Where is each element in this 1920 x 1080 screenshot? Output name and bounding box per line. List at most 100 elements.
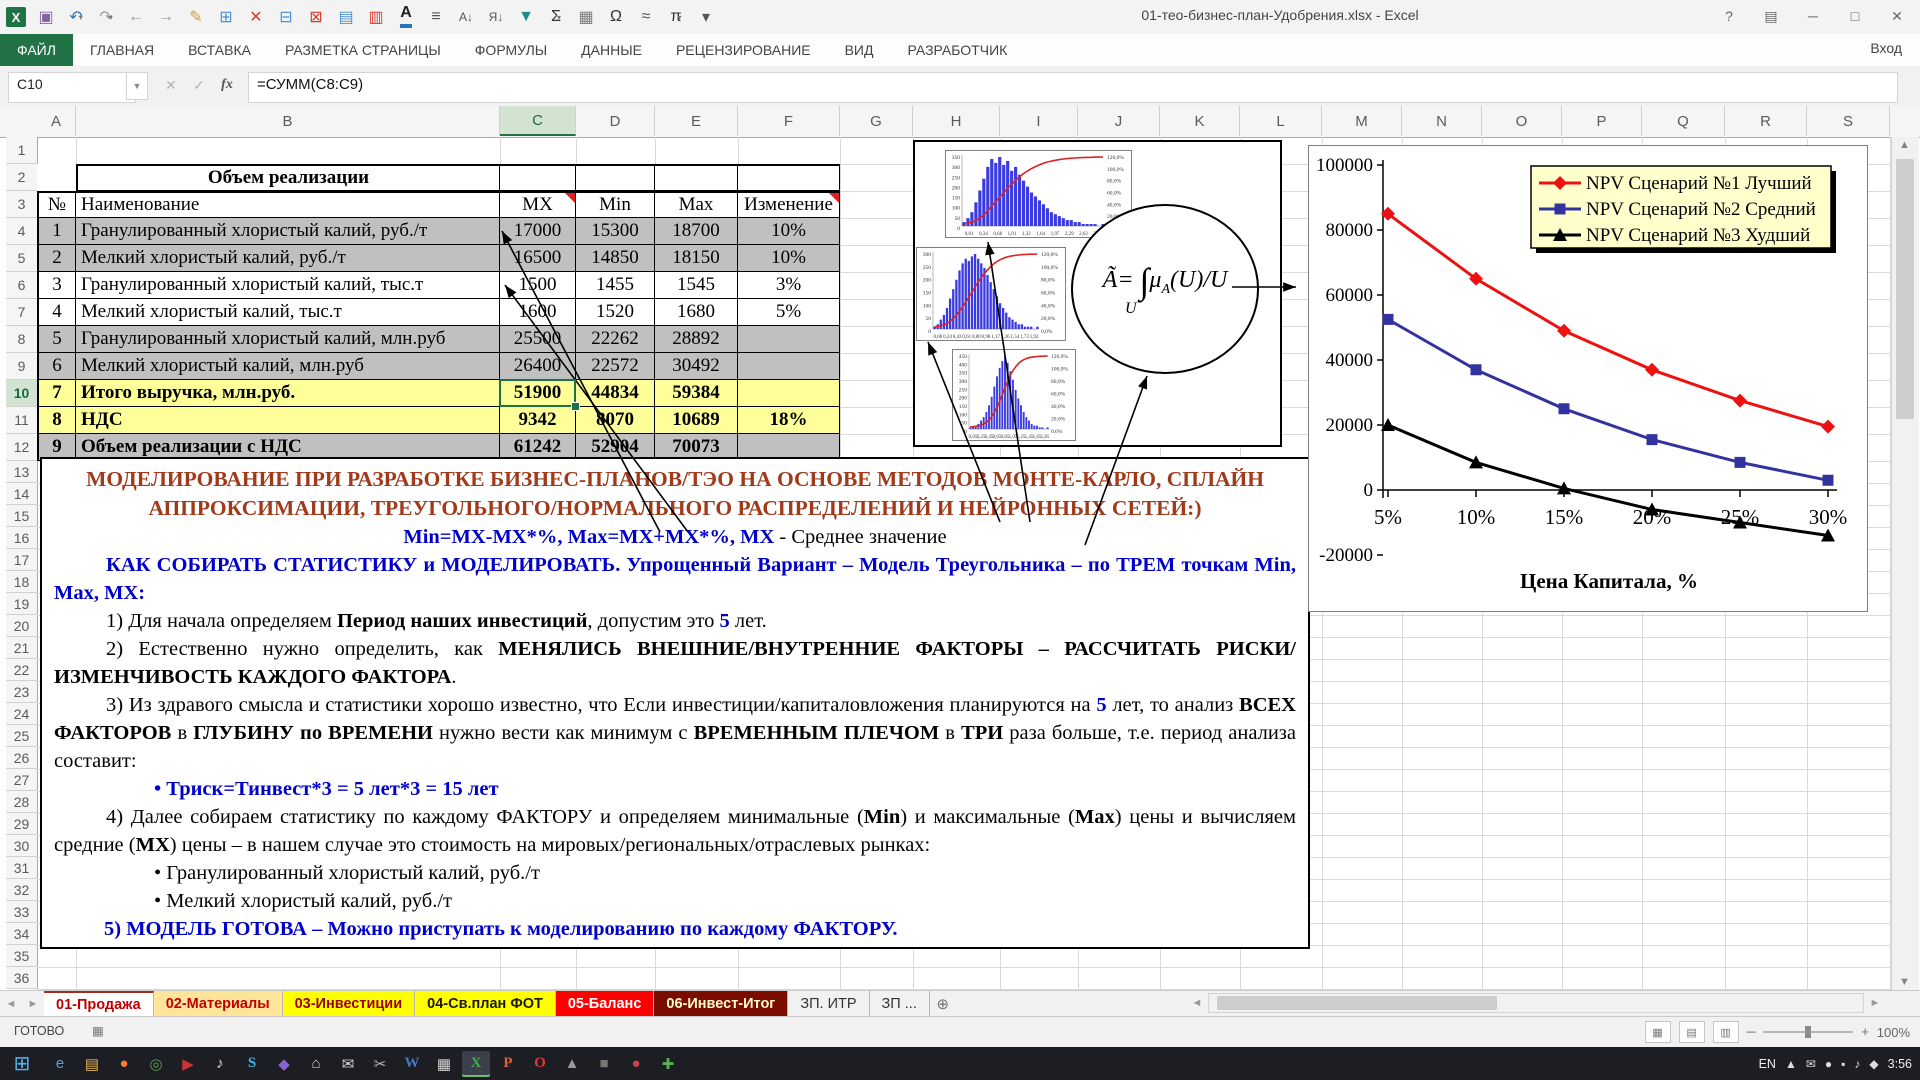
delete-cells-icon[interactable]: ⊠: [304, 5, 328, 29]
tray-icon-3[interactable]: ▪: [1841, 1057, 1845, 1071]
row-header-13[interactable]: 13: [6, 461, 38, 483]
table-cell-mx[interactable]: 1500: [500, 272, 576, 299]
table-cell-mx[interactable]: 26400: [500, 353, 576, 380]
table-cell-chg[interactable]: [738, 380, 840, 407]
row-header-1[interactable]: 1: [6, 137, 38, 164]
ribbon-tab-файл[interactable]: ФАЙЛ: [0, 34, 73, 66]
font-color-icon[interactable]: A: [394, 5, 418, 29]
tray-icon-1[interactable]: ✉: [1806, 1057, 1816, 1071]
table-cell-mx[interactable]: 9342: [500, 407, 576, 434]
table-cell-max[interactable]: 28892: [655, 326, 738, 353]
row-header-30[interactable]: 30: [6, 835, 38, 857]
cell-d2[interactable]: [576, 164, 655, 191]
column-header-B[interactable]: B: [76, 106, 500, 136]
table-cell-mx[interactable]: 17000: [500, 218, 576, 245]
row-header-24[interactable]: 24: [6, 703, 38, 725]
format-painter-icon[interactable]: ✎: [184, 5, 208, 29]
row-header-7[interactable]: 7: [6, 299, 38, 326]
table-row-num[interactable]: 5: [37, 326, 76, 353]
zoom-out-icon[interactable]: ─: [1747, 1025, 1756, 1039]
table-header-3[interactable]: Min: [576, 191, 655, 218]
row-header-32[interactable]: 32: [6, 879, 38, 901]
name-box[interactable]: C10: [8, 72, 136, 103]
table-cell-chg[interactable]: 10%: [738, 245, 840, 272]
row-header-26[interactable]: 26: [6, 747, 38, 769]
pi-icon[interactable]: π▾: [664, 5, 688, 29]
table-row-name[interactable]: Мелкий хлористый калий, руб./т: [76, 245, 500, 272]
cell-e2[interactable]: [655, 164, 738, 191]
cell-a2[interactable]: [37, 164, 76, 191]
ie-icon[interactable]: e: [46, 1051, 74, 1077]
column-header-R[interactable]: R: [1725, 106, 1807, 136]
row-header-28[interactable]: 28: [6, 791, 38, 813]
redo-icon[interactable]: ↷▾: [94, 5, 118, 29]
back-icon[interactable]: ←: [124, 5, 148, 29]
table-row-name[interactable]: НДС: [76, 407, 500, 434]
row-header-22[interactable]: 22: [6, 659, 38, 681]
add-sheet-icon[interactable]: ⊕: [930, 991, 956, 1017]
sheet-tab-ЗП ...[interactable]: ЗП ...: [870, 991, 930, 1017]
sheet-tab-01-Продажа[interactable]: 01-Продажа: [44, 991, 154, 1017]
mail-icon[interactable]: ✉: [334, 1051, 362, 1077]
table-header-2[interactable]: MX: [500, 191, 576, 218]
opera-icon[interactable]: O: [526, 1051, 554, 1077]
row-header-18[interactable]: 18: [6, 571, 38, 593]
tab-scroll-right-icon[interactable]: ►: [22, 991, 44, 1017]
start-button[interactable]: ⊞: [0, 1047, 44, 1080]
selection-fill-handle[interactable]: [571, 402, 580, 411]
word-icon[interactable]: W: [398, 1051, 426, 1077]
sheet-tab-06-Инвест-Итог[interactable]: 06-Инвест-Итог: [654, 991, 788, 1017]
row-header-11[interactable]: 11: [6, 407, 38, 434]
column-header-E[interactable]: E: [655, 106, 738, 136]
row-header-35[interactable]: 35: [6, 945, 38, 967]
delete-icon[interactable]: ✕: [244, 5, 268, 29]
vertical-scrollbar[interactable]: ▲▼: [1891, 137, 1919, 990]
sort-asc-icon[interactable]: А↓: [454, 5, 478, 29]
table-row-num[interactable]: 4: [37, 299, 76, 326]
table-cell-min[interactable]: 22262: [576, 326, 655, 353]
table-cell-max[interactable]: 30492: [655, 353, 738, 380]
table-cell-mx[interactable]: 25500: [500, 326, 576, 353]
ribbon-tab-формулы[interactable]: ФОРМУЛЫ: [458, 34, 564, 66]
table-row-num[interactable]: 2: [37, 245, 76, 272]
ribbon-tab-вид[interactable]: ВИД: [828, 34, 891, 66]
omega-icon[interactable]: Ω: [604, 5, 628, 29]
app2-icon[interactable]: ▲: [558, 1051, 586, 1077]
column-header-P[interactable]: P: [1562, 106, 1642, 136]
minimize-icon[interactable]: ─: [1792, 0, 1834, 32]
table-cell-chg[interactable]: 10%: [738, 218, 840, 245]
media-icon[interactable]: ▶: [174, 1051, 202, 1077]
hscroll-thumb[interactable]: [1217, 996, 1497, 1010]
delete-rows-icon[interactable]: ▥: [364, 5, 388, 29]
column-header-L[interactable]: L: [1240, 106, 1322, 136]
row-header-5[interactable]: 5: [6, 245, 38, 272]
forward-icon[interactable]: →: [154, 5, 178, 29]
row-header-20[interactable]: 20: [6, 615, 38, 637]
column-header-N[interactable]: N: [1402, 106, 1482, 136]
table-cell-min[interactable]: 1455: [576, 272, 655, 299]
table-row-name[interactable]: Мелкий хлористый калий, тыс.т: [76, 299, 500, 326]
table-cell-max[interactable]: 1680: [655, 299, 738, 326]
hscroll-track[interactable]: [1208, 993, 1864, 1013]
help-icon[interactable]: ?: [1708, 0, 1750, 32]
row-header-15[interactable]: 15: [6, 505, 38, 527]
undo-icon[interactable]: ↶▾: [64, 5, 88, 29]
table-cell-chg[interactable]: 5%: [738, 299, 840, 326]
row-header-21[interactable]: 21: [6, 637, 38, 659]
table-row-name[interactable]: Гранулированный хлористый калий, млн.руб: [76, 326, 500, 353]
sheet-tab-05-Баланс[interactable]: 05-Баланс: [556, 991, 655, 1017]
cell-c2[interactable]: [500, 164, 576, 191]
table-header-0[interactable]: №: [37, 191, 76, 218]
row-header-34[interactable]: 34: [6, 923, 38, 945]
row-header-10[interactable]: 10: [6, 380, 39, 407]
app3-icon[interactable]: ■: [590, 1051, 618, 1077]
table-cell-min[interactable]: 22572: [576, 353, 655, 380]
ribbon-tab-данные[interactable]: ДАННЫЕ: [564, 34, 659, 66]
app5-icon[interactable]: ✚: [654, 1051, 682, 1077]
name-box-dropdown-icon[interactable]: ▼: [126, 72, 148, 100]
table-row-num[interactable]: 7: [37, 380, 76, 407]
ribbon-tab-разметка страницы[interactable]: РАЗМЕТКА СТРАНИЦЫ: [268, 34, 458, 66]
table-row-num[interactable]: 6: [37, 353, 76, 380]
column-header-I[interactable]: I: [1000, 106, 1078, 136]
tab-scroll-left-icon[interactable]: ◄: [0, 991, 22, 1017]
